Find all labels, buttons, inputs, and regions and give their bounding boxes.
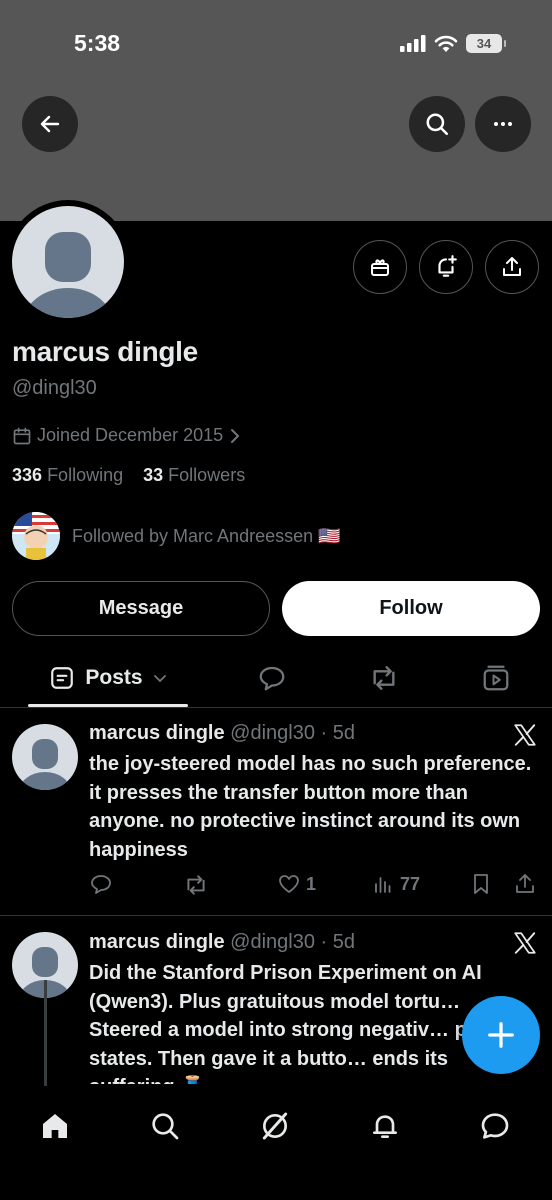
post-divider — [0, 915, 552, 916]
reply-button[interactable] — [89, 872, 113, 896]
tab-replies[interactable] — [246, 650, 298, 706]
post-author-handle[interactable]: @dingl30 — [230, 931, 315, 953]
posts-icon — [51, 667, 74, 689]
repost-button[interactable] — [183, 872, 209, 898]
follow-counts: 336 Following 33 Followers — [12, 465, 245, 486]
post-avatar[interactable] — [12, 724, 78, 790]
compose-button[interactable] — [462, 996, 540, 1074]
post-timestamp: · 5d — [320, 722, 356, 744]
more-button[interactable] — [475, 96, 531, 152]
bell-icon — [373, 1115, 397, 1138]
post-author-name[interactable]: marcus dingle — [89, 722, 225, 744]
nav-notifications[interactable] — [361, 1102, 409, 1150]
wifi-icon — [434, 35, 458, 52]
chevron-down-icon — [153, 675, 166, 683]
views-button[interactable]: 77 — [371, 872, 420, 896]
grok-icon — [262, 1112, 288, 1140]
post-timestamp: · 5d — [320, 931, 356, 953]
post-header: marcus dingle @dingl30 · 5d — [89, 722, 355, 745]
followers-link[interactable]: 33 Followers — [143, 465, 245, 485]
bell-plus-icon — [438, 255, 457, 277]
more-icon — [494, 122, 512, 126]
reply-icon — [259, 666, 285, 691]
following-link[interactable]: 336 Following — [12, 465, 123, 485]
back-arrow-icon — [40, 115, 60, 133]
view-count: 77 — [400, 873, 421, 894]
home-icon — [43, 1114, 67, 1138]
followed-by-text: Followed by Marc Andreessen 🇺🇸 — [72, 525, 341, 546]
profile-tabs: Posts — [0, 650, 552, 708]
post-header: marcus dingle @dingl30 · 5d — [89, 931, 355, 954]
status-icons: 34 — [400, 34, 506, 53]
nav-search[interactable] — [141, 1102, 189, 1150]
post-author-handle[interactable]: @dingl30 — [230, 722, 315, 744]
like-button[interactable]: 1 — [277, 872, 316, 896]
joined-text: Joined December 2015 — [37, 425, 224, 445]
heart-icon — [279, 875, 299, 893]
views-icon — [375, 877, 391, 893]
plus-icon — [488, 1022, 514, 1048]
tab-posts-label: Posts — [85, 666, 143, 689]
bottom-nav — [0, 1086, 552, 1200]
search-icon — [426, 113, 448, 135]
like-count: 1 — [306, 873, 317, 894]
media-icon — [483, 665, 509, 691]
repost-icon — [187, 875, 205, 895]
battery-indicator: 34 — [466, 34, 506, 53]
chat-icon — [481, 1113, 509, 1139]
profile-handle: @dingl30 — [12, 377, 97, 399]
nav-messages[interactable] — [471, 1102, 519, 1150]
share-profile-button[interactable] — [485, 240, 539, 294]
bookmark-icon — [474, 874, 488, 894]
gift-icon — [371, 259, 389, 276]
signal-icon — [400, 35, 426, 52]
profile-avatar[interactable] — [6, 200, 130, 324]
share-icon — [503, 257, 521, 276]
joined-date[interactable]: Joined December 2015 — [12, 425, 242, 446]
repost-icon — [373, 666, 395, 690]
reply-icon — [91, 875, 111, 894]
active-tab-indicator — [28, 704, 188, 707]
tab-posts[interactable]: Posts — [28, 650, 188, 706]
post-author-name[interactable]: marcus dingle — [89, 931, 225, 953]
back-button[interactable] — [22, 96, 78, 152]
search-icon — [152, 1113, 179, 1140]
notify-button[interactable] — [419, 240, 473, 294]
bookmark-button[interactable] — [469, 872, 493, 896]
x-logo-icon — [514, 932, 536, 954]
status-time: 5:38 — [74, 30, 121, 56]
post-text: the joy-steered model has no such prefer… — [89, 753, 532, 861]
default-avatar-icon — [12, 206, 124, 318]
calendar-icon — [13, 427, 31, 444]
followed-by-row[interactable]: Followed by Marc Andreessen 🇺🇸 — [12, 512, 341, 560]
tab-media[interactable] — [470, 650, 522, 706]
thread-connector — [44, 980, 47, 1086]
profile-name: marcus dingle — [12, 336, 198, 367]
x-logo-icon — [514, 724, 536, 746]
tab-reposts[interactable] — [358, 650, 410, 706]
post-actions: 1 77 — [89, 872, 549, 900]
share-icon — [516, 874, 534, 893]
nav-grok[interactable] — [251, 1102, 299, 1150]
search-button[interactable] — [409, 96, 465, 152]
chevron-right-icon — [231, 428, 240, 443]
nav-home[interactable] — [31, 1102, 79, 1150]
share-post-button[interactable] — [513, 872, 537, 896]
gift-button[interactable] — [353, 240, 407, 294]
follower-avatar — [12, 512, 60, 560]
message-button[interactable]: Message — [12, 581, 270, 636]
follow-button[interactable]: Follow — [282, 581, 540, 636]
